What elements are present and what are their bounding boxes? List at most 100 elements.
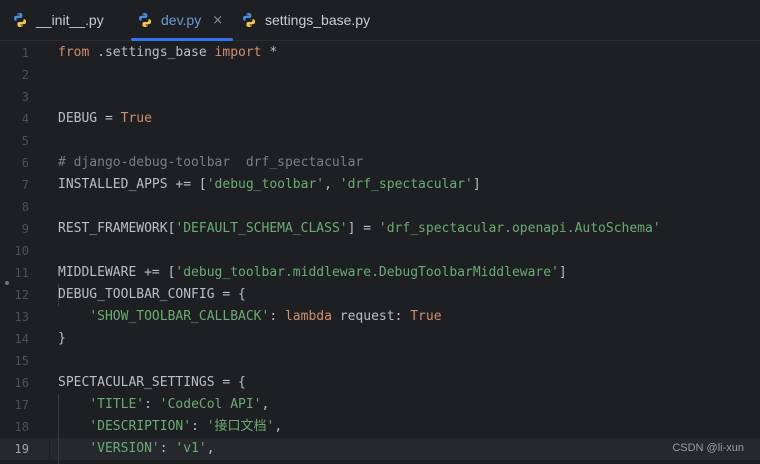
code-line[interactable]: 10 — [0, 240, 760, 262]
tab-dev-py[interactable]: dev.py × — [131, 0, 234, 41]
code-text: } — [58, 328, 66, 350]
code-token: SPECTACULAR_SETTINGS = { — [58, 375, 246, 390]
code-text: DEBUG = True — [58, 108, 152, 130]
line-number: 18 — [14, 420, 29, 434]
code-token: : — [159, 441, 176, 456]
code-token: : — [144, 397, 160, 412]
code-text: 'SHOW_TOOLBAR_CALLBACK': lambda request:… — [58, 306, 442, 328]
line-number: 12 — [14, 288, 29, 302]
tab-init-py[interactable]: __init__.py — [12, 0, 104, 40]
code-token: ] — [558, 265, 567, 280]
code-line[interactable]: 4 DEBUG = True — [0, 108, 760, 130]
code-token: True — [410, 309, 442, 324]
code-line[interactable]: 18 'DESCRIPTION': '接口文档', — [0, 416, 760, 438]
code-token: 'SHOW_TOOLBAR_CALLBACK' — [89, 309, 270, 324]
code-token: MIDDLEWARE += [ — [58, 265, 176, 280]
code-token: 'drf_spectacular.openapi.AutoSchema' — [378, 221, 661, 236]
code-token: 'CodeCol API' — [159, 397, 262, 412]
code-line[interactable]: 12 DEBUG_TOOLBAR_CONFIG = { — [0, 284, 760, 306]
code-line[interactable]: 5 — [0, 130, 760, 152]
code-text: # django-debug-toolbar drf_spectacular — [58, 152, 363, 174]
code-token: lambda — [284, 309, 332, 324]
code-token: DEBUG_TOOLBAR_CONFIG = { — [58, 287, 246, 302]
code-line[interactable]: 11 MIDDLEWARE += ['debug_toolbar.middlewa… — [0, 262, 760, 284]
code-token: , — [324, 177, 340, 192]
code-line[interactable]: 2 — [0, 64, 760, 86]
code-token: from — [58, 45, 90, 60]
code-line[interactable]: 6 # django-debug-toolbar drf_spectacular — [0, 152, 760, 174]
line-number: 19 — [14, 442, 29, 456]
code-token: import — [214, 45, 262, 60]
python-file-icon — [243, 13, 255, 27]
editor-tab-bar: __init__.py dev.py × settings_base.py — [0, 0, 760, 41]
code-line[interactable]: 16 SPECTACULAR_SETTINGS = { — [0, 372, 760, 394]
code-token: # django-debug-toolbar drf_spectacular — [58, 155, 364, 170]
code-text: REST_FRAMEWORK['DEFAULT_SCHEMA_CLASS'] =… — [58, 218, 661, 240]
line-number: 2 — [21, 68, 29, 82]
code-line[interactable]: 17 'TITLE': 'CodeCol API', — [0, 394, 760, 416]
code-text: 'VERSION': 'v1', — [58, 438, 214, 460]
line-number: 5 — [21, 134, 29, 148]
code-line[interactable]: 13 'SHOW_TOOLBAR_CALLBACK': lambda reque… — [0, 306, 760, 328]
code-line[interactable]: 14} — [0, 328, 760, 350]
line-number: 14 — [14, 332, 29, 346]
code-line[interactable]: 15 — [0, 350, 760, 372]
python-file-icon — [139, 13, 151, 27]
tab-label: dev.py — [161, 12, 202, 28]
code-line[interactable]: 9 REST_FRAMEWORK['DEFAULT_SCHEMA_CLASS'] … — [0, 218, 760, 240]
watermark: CSDN @li-xun — [672, 442, 744, 454]
code-token: INSTALLED_APPS += [ — [58, 177, 207, 192]
code-token: 'debug_toolbar' — [206, 177, 325, 192]
code-token: , — [274, 419, 283, 434]
code-token: ] = — [347, 221, 379, 236]
tab-settings-base-py[interactable]: settings_base.py — [241, 0, 370, 40]
line-number: 8 — [21, 200, 29, 214]
code-line[interactable]: 19 'VERSION': 'v1', — [0, 438, 760, 460]
code-token: request: — [331, 309, 411, 324]
line-number: 13 — [14, 310, 29, 324]
code-token: 'DESCRIPTION' — [89, 419, 192, 434]
line-number: 16 — [14, 376, 29, 390]
code-line[interactable]: 3 — [0, 86, 760, 108]
code-token: 'TITLE' — [89, 397, 145, 412]
code-token: : — [191, 419, 207, 434]
code-token: 'v1' — [175, 441, 207, 456]
line-number: 15 — [14, 354, 29, 368]
line-number: 3 — [21, 90, 29, 104]
code-line[interactable]: 1 from .settings_base import * — [0, 42, 760, 64]
code-token: 'DEFAULT_SCHEMA_CLASS' — [175, 221, 348, 236]
code-token: : — [269, 309, 285, 324]
close-icon[interactable]: × — [212, 14, 223, 27]
python-file-icon — [14, 13, 26, 27]
line-number: 1 — [21, 46, 29, 60]
line-number: 6 — [21, 156, 29, 170]
code-text: SPECTACULAR_SETTINGS = { — [58, 372, 246, 394]
tab-label: settings_base.py — [265, 12, 371, 28]
code-editor[interactable]: 1 from .settings_base import * 2 3 4 DEBUG = … — [0, 41, 760, 464]
code-token: .settings_base — [89, 45, 215, 60]
code-token: True — [120, 111, 152, 126]
code-token: 'VERSION' — [89, 441, 160, 456]
code-token: } — [58, 331, 66, 346]
code-token: '接口文档' — [206, 419, 275, 434]
code-token: REST_FRAMEWORK[ — [58, 221, 176, 236]
code-text: from .settings_base import * — [58, 42, 277, 64]
code-text: MIDDLEWARE += ['debug_toolbar.middleware… — [58, 262, 567, 284]
code-text: 'DESCRIPTION': '接口文档', — [58, 416, 282, 438]
code-token: , — [261, 397, 270, 412]
line-number: 7 — [21, 178, 29, 192]
line-number: 11 — [14, 266, 29, 280]
code-token: DEBUG = — [58, 111, 121, 126]
line-number: 9 — [21, 222, 29, 236]
code-line[interactable]: 8 — [0, 196, 760, 218]
code-line[interactable]: 7 INSTALLED_APPS += ['debug_toolbar', 'dr… — [0, 174, 760, 196]
code-text: 'TITLE': 'CodeCol API', — [58, 394, 269, 416]
line-number: 4 — [21, 112, 29, 126]
line-number: 10 — [14, 244, 29, 258]
code-token: ] — [472, 177, 481, 192]
code-lines[interactable]: 1 from .settings_base import * 2 3 4 DEBUG = … — [0, 42, 760, 460]
